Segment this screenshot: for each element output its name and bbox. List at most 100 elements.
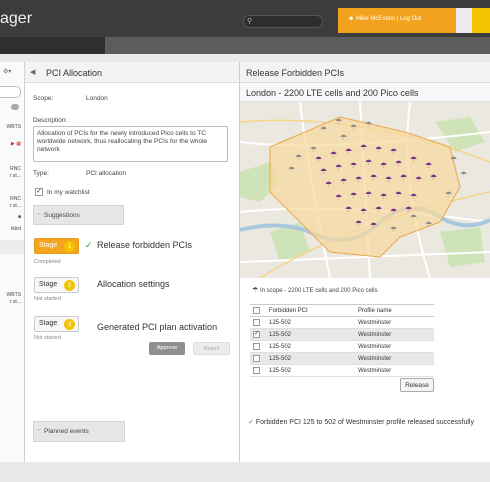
column-profile-name[interactable]: Profile name xyxy=(354,304,434,317)
cell-tower-icon[interactable]: ☂ xyxy=(315,155,322,164)
select-all-header[interactable] xyxy=(250,304,266,317)
search-input[interactable]: ⚲ xyxy=(243,15,323,28)
cell-tower-icon[interactable]: ☂ xyxy=(425,220,432,229)
cell-tower-icon[interactable]: ☂ xyxy=(410,192,417,201)
sidebar-item-icons[interactable]: ▶ ▦ xyxy=(11,141,21,147)
sidebar-item-rnc-1-desc: r st... xyxy=(9,173,21,179)
cell-tower-icon[interactable]: ☂ xyxy=(390,207,397,216)
reject-button[interactable]: Reject xyxy=(193,342,230,355)
cell-tower-icon[interactable]: ☂ xyxy=(415,175,422,184)
sidebar-item-rnc-1[interactable]: RNC xyxy=(10,166,21,172)
logout-link[interactable]: Log Out xyxy=(400,16,421,22)
cell-tower-icon[interactable]: ☂ xyxy=(430,173,437,182)
user-name[interactable]: Mike McEvans xyxy=(356,16,395,22)
gear-icon[interactable]: ⚙▾ xyxy=(3,68,11,75)
approve-button[interactable]: Approve xyxy=(149,342,185,355)
table-row[interactable]: ✓ 125-502 Westminster xyxy=(250,328,434,341)
sidebar-toggle[interactable] xyxy=(11,104,19,110)
cell-tower-icon[interactable]: ☂ xyxy=(370,221,377,230)
row-checkbox-cell[interactable] xyxy=(250,352,266,365)
cell-tower-icon[interactable]: ☂ xyxy=(340,133,347,142)
cell-tower-icon[interactable]: ☂ xyxy=(335,193,342,202)
table-row[interactable]: 125-502 Westminster xyxy=(250,340,434,353)
cell-tower-icon[interactable]: ☂ xyxy=(375,205,382,214)
cell-tower-icon[interactable]: ☂ xyxy=(370,173,377,182)
row-checkbox-cell[interactable] xyxy=(250,316,266,329)
cell-tower-icon[interactable]: ☂ xyxy=(320,125,327,134)
stage-2-badge[interactable]: Stage 2 xyxy=(34,277,79,293)
chevron-left-icon[interactable]: ◀ xyxy=(30,68,35,76)
cell-tower-icon[interactable]: ☂ xyxy=(395,190,402,199)
suggestions-section[interactable]: – Suggestions xyxy=(33,205,124,225)
cell-tower-icon[interactable]: ☂ xyxy=(375,145,382,154)
row-checkbox[interactable] xyxy=(253,366,260,374)
cell-tower-icon[interactable]: ☂ xyxy=(445,190,452,199)
cell-tower-icon[interactable]: ☂ xyxy=(330,150,337,159)
watchlist-checkbox[interactable]: ✓ xyxy=(35,188,43,196)
cell-tower-icon[interactable]: ☂ xyxy=(410,213,417,222)
london-map[interactable]: ☂ ☂ ☂ ☂ ☂ ☂ ☂ ☂ ☂ ☂ ☂ ☂ ☂ ☂ ☂ ☂ ☂ ☂ ☂ ☂ ☂ ☂ ☂ ☂ ☂ ☂ ☂ ☂ ☂ ☂ ☂ ☂ ☂ ☂ ☂ ☂ ☂ ☂ ☂ ☂… xyxy=(240,102,490,278)
cell-tower-icon[interactable]: ☂ xyxy=(350,191,357,200)
cell-tower-icon[interactable]: ☂ xyxy=(325,180,332,189)
stage-3-badge[interactable]: Stage 3 xyxy=(34,316,79,332)
chat-icon[interactable]: ■ xyxy=(18,214,21,220)
sidebar-item-wbts[interactable]: WBTS xyxy=(7,124,21,130)
cell-tower-icon[interactable]: ☂ xyxy=(365,190,372,199)
sidebar-search-input[interactable] xyxy=(0,86,21,98)
row-checkbox[interactable] xyxy=(253,354,260,362)
pci-cell: 125-502 xyxy=(266,328,355,341)
cell-tower-icon[interactable]: ☂ xyxy=(450,155,457,164)
cell-tower-icon[interactable]: ☂ xyxy=(380,192,387,201)
user-menu[interactable]: ☻ Mike McEvans | Log Out xyxy=(338,8,456,33)
cell-tower-icon[interactable]: ☂ xyxy=(395,159,402,168)
planned-events-section[interactable]: – Planned events xyxy=(33,421,125,442)
cell-tower-icon[interactable]: ☂ xyxy=(335,117,342,126)
cell-tower-icon[interactable]: ☂ xyxy=(385,175,392,184)
sidebar-item-worklist[interactable]: rklist xyxy=(11,226,21,232)
cell-tower-icon[interactable]: ☂ xyxy=(410,155,417,164)
table-row[interactable]: 125-502 Westminster xyxy=(250,316,434,329)
description-field[interactable]: Allocation of PCIs for the newly introdu… xyxy=(33,126,228,162)
cell-tower-icon[interactable]: ☂ xyxy=(365,158,372,167)
cell-tower-icon[interactable]: ☂ xyxy=(345,147,352,156)
cell-tower-icon[interactable]: ☂ xyxy=(355,219,362,228)
column-forbidden-pci[interactable]: Forbidden PCI xyxy=(266,304,355,317)
table-row[interactable]: 125-502 Westminster xyxy=(250,364,434,377)
row-checkbox[interactable] xyxy=(253,342,260,350)
row-checkbox[interactable] xyxy=(253,318,260,326)
sidebar-item-rnc-2[interactable]: RNC xyxy=(10,196,21,202)
table-row[interactable]: 125-502 Westminster xyxy=(250,352,434,365)
row-checkbox-cell[interactable] xyxy=(250,340,266,353)
cell-tower-icon[interactable]: ☂ xyxy=(360,143,367,152)
cell-tower-icon[interactable]: ☂ xyxy=(295,153,302,162)
stage-1-status: Completed xyxy=(34,259,61,265)
cell-tower-icon[interactable]: ☂ xyxy=(345,205,352,214)
cell-tower-icon[interactable]: ☂ xyxy=(288,165,295,174)
cell-tower-icon[interactable]: ☂ xyxy=(390,225,397,234)
cell-tower-icon[interactable]: ☂ xyxy=(340,177,347,186)
cell-tower-icon[interactable]: ☂ xyxy=(460,170,467,179)
cell-tower-icon[interactable]: ☂ xyxy=(380,161,387,170)
cell-tower-icon[interactable]: ☂ xyxy=(425,161,432,170)
row-checkbox-cell[interactable]: ✓ xyxy=(250,328,266,341)
sidebar-item-wbts-2[interactable]: WBTS xyxy=(7,292,21,298)
row-checkbox[interactable]: ✓ xyxy=(253,330,260,338)
cell-tower-icon[interactable]: ☂ xyxy=(390,147,397,156)
release-button[interactable]: Release xyxy=(400,378,434,392)
cell-tower-icon[interactable]: ☂ xyxy=(350,161,357,170)
cell-tower-icon[interactable]: ☂ xyxy=(335,163,342,172)
row-checkbox-cell[interactable] xyxy=(250,364,266,377)
cell-tower-icon[interactable]: ☂ xyxy=(365,120,372,129)
stage-1-badge[interactable]: Stage 1 xyxy=(34,238,79,254)
cell-tower-icon[interactable]: ☂ xyxy=(310,145,317,154)
user-icon: ☻ xyxy=(348,16,355,22)
cell-tower-icon[interactable]: ☂ xyxy=(400,173,407,182)
cell-tower-icon[interactable]: ☂ xyxy=(355,175,362,184)
select-all-checkbox[interactable] xyxy=(253,306,260,314)
cell-tower-icon[interactable]: ☂ xyxy=(320,167,327,176)
app-title: ager xyxy=(0,10,33,27)
cell-tower-icon[interactable]: ☂ xyxy=(350,123,357,132)
cell-tower-icon[interactable]: ☂ xyxy=(360,207,367,216)
cell-tower-icon[interactable]: ☂ xyxy=(405,205,412,214)
profile-cell: Westminster xyxy=(354,328,434,341)
